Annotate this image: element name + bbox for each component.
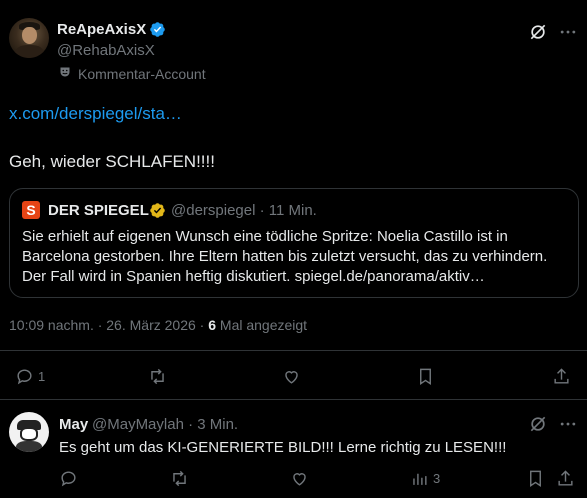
views-label: Mal angezeigt xyxy=(219,317,308,333)
reply-text: Es geht um das KI-GENERIERTE BILD!!! Ler… xyxy=(59,439,507,456)
avatar-body xyxy=(15,45,44,58)
gold-verified-badge-icon xyxy=(150,203,165,218)
quote-meta: @derspiegel · 11 Min. xyxy=(171,202,317,219)
bookmark-icon xyxy=(420,368,431,385)
views-count: 6 xyxy=(208,317,217,333)
quote-author-name: DER SPIEGEL xyxy=(48,202,149,219)
author-avatar[interactable] xyxy=(9,18,49,58)
reply-count: 1 xyxy=(38,369,46,384)
reply-views-count: 3 xyxy=(433,471,441,486)
views-chart-icon xyxy=(413,473,427,485)
repost-icon xyxy=(151,368,164,385)
verified-badge-icon xyxy=(150,22,165,37)
share-icon xyxy=(558,470,573,486)
share-icon xyxy=(554,368,569,384)
reply-icon xyxy=(17,369,32,385)
avatar-face xyxy=(22,27,37,44)
bookmark-button[interactable] xyxy=(416,367,435,386)
repost-icon xyxy=(173,470,186,487)
post-text: Geh, wieder SCHLAFEN!!!! xyxy=(9,152,215,171)
more-options-icon[interactable] xyxy=(558,22,578,42)
bookmark-button[interactable] xyxy=(526,469,545,488)
reply-button[interactable] xyxy=(59,469,78,488)
reply-avatar[interactable] xyxy=(9,412,49,452)
like-button[interactable] xyxy=(282,367,305,386)
post-timestamp: 10:09 nachm. · 26. März 2026 · 6 Mal ang… xyxy=(9,317,307,333)
author-name[interactable]: ReApeAxisX xyxy=(57,21,146,38)
share-button[interactable] xyxy=(556,469,575,488)
grok-icon[interactable] xyxy=(528,22,548,42)
reply-post[interactable]: May @MayMaylah · 3 Min. Es geht um das K… xyxy=(0,401,587,498)
bookmark-icon xyxy=(530,470,541,487)
grok-icon[interactable] xyxy=(528,414,548,434)
reply-author-name[interactable]: May xyxy=(59,416,88,433)
avatar-shirt xyxy=(16,441,42,452)
heart-icon xyxy=(293,473,306,486)
more-options-icon[interactable] xyxy=(558,414,578,434)
timestamp-text: 10:09 nachm. · 26. März 2026 · xyxy=(9,317,205,333)
reply-icon xyxy=(61,471,76,487)
author-handle[interactable]: @RehabAxisX xyxy=(57,42,155,59)
reply-meta: @MayMaylah · 3 Min. xyxy=(92,416,239,433)
divider xyxy=(0,350,587,351)
account-label: Kommentar-Account xyxy=(78,66,206,82)
reply-button[interactable]: 1 xyxy=(15,367,45,386)
theater-mask-icon xyxy=(60,67,70,77)
avatar-face xyxy=(20,427,38,441)
repost-button[interactable] xyxy=(170,469,189,488)
divider xyxy=(0,399,587,400)
spiegel-logo-icon: S xyxy=(22,201,40,219)
views-button[interactable]: 3 xyxy=(410,469,440,488)
repost-button[interactable] xyxy=(148,367,171,386)
quoted-post[interactable]: S DER SPIEGEL @derspiegel · 11 Min. Sie … xyxy=(9,188,579,298)
post-link[interactable]: x.com/derspiegel/sta… xyxy=(9,104,182,124)
heart-icon xyxy=(285,371,298,384)
quote-body: Sie erhielt auf eigenen Wunsch eine tödl… xyxy=(22,228,548,285)
share-button[interactable] xyxy=(552,367,571,386)
main-post: ReApeAxisX @RehabAxisX Kommentar-Account… xyxy=(0,0,587,400)
like-button[interactable] xyxy=(290,469,309,488)
